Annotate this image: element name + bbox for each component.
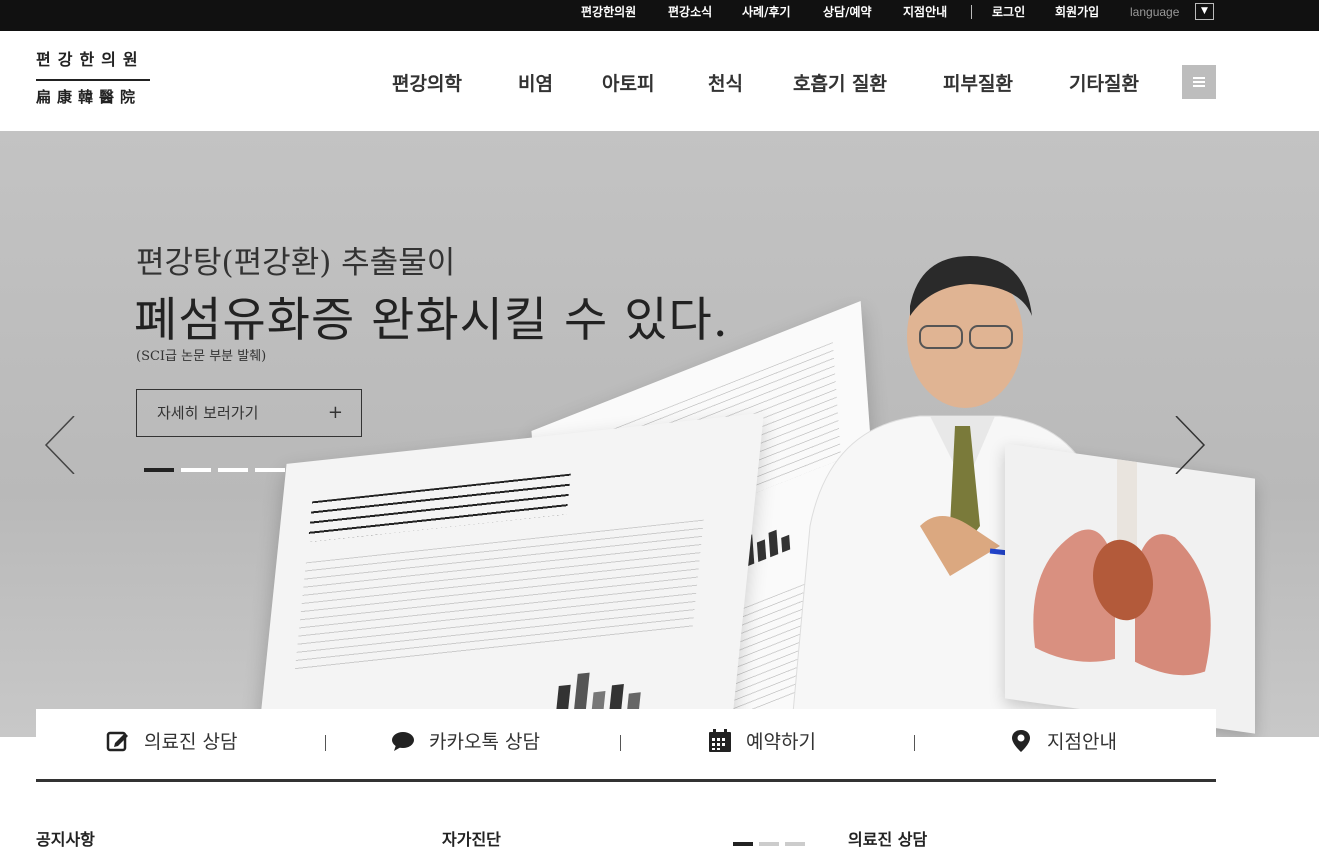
calendar-icon — [709, 728, 731, 752]
self-check-dot-2[interactable] — [759, 842, 779, 846]
quick-divider — [620, 735, 621, 751]
lung-model-image — [1005, 443, 1255, 734]
slide-dot-2[interactable] — [181, 468, 211, 472]
menu-icon — [1193, 77, 1205, 79]
slide-dot-4[interactable] — [255, 468, 285, 472]
nav-item-asthma[interactable]: 천식 — [708, 69, 743, 96]
quick-divider — [914, 735, 915, 751]
see-more-label: 자세히 보러가기 — [157, 404, 259, 422]
section-divider — [36, 779, 1216, 782]
hero-slider: 편강탕(편강환) 추출물이 폐섬유화증 완화시킬 수 있다. (SCI급 논문 … — [0, 131, 1319, 737]
self-check-title[interactable]: 자가진단 — [442, 826, 501, 850]
menu-icon-line — [1193, 85, 1205, 87]
top-utility-bar: 편강한의원 편강소식 사례/후기 상담/예약 지점안내 로그인 회원가입 lan… — [0, 0, 1319, 31]
nav-item-medicine[interactable]: 편강의학 — [392, 69, 462, 96]
slide-dot-3[interactable] — [218, 468, 248, 472]
top-link-branches[interactable]: 지점안내 — [903, 0, 947, 31]
chat-bubble-icon — [392, 731, 414, 751]
edit-icon — [106, 731, 128, 751]
prev-slide-arrow-icon[interactable] — [44, 416, 84, 474]
nav-item-rhinitis[interactable]: 비염 — [518, 69, 553, 96]
join-link[interactable]: 회원가입 — [1055, 0, 1099, 31]
quick-reservation[interactable]: 예약하기 — [708, 727, 816, 757]
notice-title[interactable]: 공지사항 — [36, 826, 95, 850]
see-more-button[interactable]: 자세히 보러가기 + — [136, 389, 362, 437]
top-link-news[interactable]: 편강소식 — [668, 0, 712, 31]
book-left-page — [252, 412, 764, 737]
top-divider — [971, 5, 972, 19]
quick-doctor-consult[interactable]: 의료진 상담 — [106, 727, 237, 757]
hero-note: (SCI급 논문 부분 발췌) — [136, 349, 267, 364]
logo-divider — [36, 79, 150, 81]
quick-doctor-consult-label: 의료진 상담 — [144, 731, 238, 753]
plus-icon: + — [327, 402, 343, 423]
book-text-block — [294, 519, 704, 675]
map-pin-icon — [1012, 729, 1030, 752]
logo-hanja: 扁康韓醫院 — [36, 88, 142, 106]
nav-item-other[interactable]: 기타질환 — [1069, 69, 1139, 96]
quick-branches-label: 지점안내 — [1047, 731, 1117, 753]
top-link-reviews[interactable]: 사례/후기 — [742, 0, 791, 31]
quick-reservation-label: 예약하기 — [746, 731, 816, 753]
logo[interactable]: 편강한의원 扁康韓醫院 — [36, 49, 150, 107]
nav-item-atopy[interactable]: 아토피 — [602, 69, 654, 96]
quick-kakao-consult[interactable]: 카카오톡 상담 — [391, 727, 540, 757]
language-dropdown-icon[interactable]: ▼ — [1195, 3, 1214, 20]
book-heading — [308, 473, 571, 543]
top-link-reservation[interactable]: 상담/예약 — [823, 0, 872, 31]
language-label[interactable]: language — [1130, 0, 1179, 31]
hamburger-menu-button[interactable] — [1182, 65, 1216, 99]
book-chart-bar — [756, 539, 767, 562]
quick-menu: 의료진 상담 카카오톡 상담 예약하기 지점안내 — [36, 709, 1216, 779]
doctor-consult-title[interactable]: 의료진 상담 — [848, 826, 927, 850]
nav-item-skin[interactable]: 피부질환 — [943, 69, 1013, 96]
self-check-dot-3[interactable] — [785, 842, 805, 846]
slide-dot-1[interactable] — [144, 468, 174, 472]
hero-subtitle: 편강탕(편강환) 추출물이 — [136, 245, 456, 281]
self-check-dot-1[interactable] — [733, 842, 753, 846]
next-slide-arrow-icon[interactable] — [1172, 416, 1212, 474]
quick-branches[interactable]: 지점안내 — [1009, 727, 1117, 757]
quick-kakao-consult-label: 카카오톡 상담 — [429, 731, 540, 753]
login-link[interactable]: 로그인 — [992, 0, 1025, 31]
nav-item-respiratory[interactable]: 호흡기 질환 — [793, 69, 887, 96]
menu-icon-line — [1193, 81, 1205, 83]
quick-divider — [325, 735, 326, 751]
hero-title: 폐섬유화증 완화시킬 수 있다. — [134, 293, 729, 348]
main-header: 편강한의원 扁康韓醫院 편강의학 비염 아토피 천식 호흡기 질환 피부질환 기… — [0, 31, 1319, 131]
logo-korean: 편강한의원 — [36, 50, 145, 69]
top-link-clinic[interactable]: 편강한의원 — [581, 0, 636, 31]
